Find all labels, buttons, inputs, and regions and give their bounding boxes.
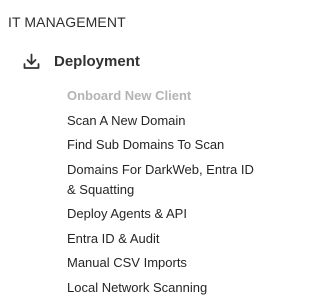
menu-item-scan-new-domain[interactable]: Scan A New Domain [67, 111, 257, 131]
menu-item-onboard-new-client: Onboard New Client [67, 88, 192, 103]
menu-item-find-sub-domains[interactable]: Find Sub Domains To Scan [67, 135, 257, 155]
menu-item-entra-id-audit[interactable]: Entra ID & Audit [67, 229, 257, 249]
menu-item-domains-darkweb-entra-squatting[interactable]: Domains For DarkWeb, Entra ID & Squattin… [67, 160, 257, 200]
download-icon [22, 52, 41, 71]
deployment-submenu: Onboard New Client Scan A New Domain Fin… [67, 86, 257, 302]
menu-item-local-network-scanning[interactable]: Local Network Scanning [67, 278, 257, 298]
section-header-it-management: IT MANAGEMENT [8, 14, 126, 30]
menu-item-manual-csv-imports[interactable]: Manual CSV Imports [67, 253, 257, 273]
nav-group-deployment[interactable]: Deployment [22, 50, 140, 72]
nav-group-label: Deployment [54, 52, 140, 70]
menu-item-deploy-agents-api[interactable]: Deploy Agents & API [67, 204, 257, 224]
